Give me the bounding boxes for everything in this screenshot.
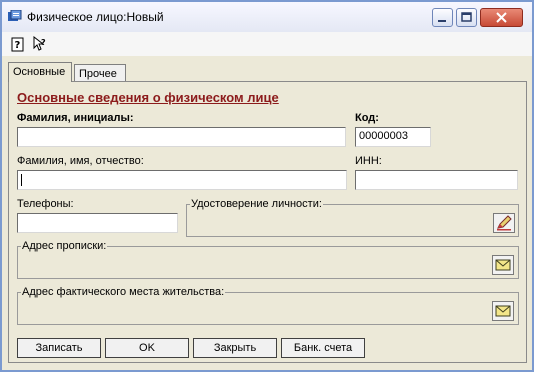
actual-address-group: Адрес фактического места жительства: — [17, 286, 519, 325]
edit-id-document-button[interactable] — [493, 213, 515, 233]
code-label: Код: — [355, 112, 379, 124]
minimize-icon — [438, 20, 446, 22]
close-icon — [496, 12, 507, 23]
ok-button[interactable]: OK — [105, 338, 189, 358]
actual-address-label: Адрес фактического места жительства: — [21, 286, 226, 298]
edit-registration-address-button[interactable] — [492, 255, 514, 275]
tab-main[interactable]: Основные — [8, 62, 72, 82]
text-caret — [21, 174, 22, 186]
dialog-window: Физическое лицо:Новый ? ? Основные Проче… — [0, 0, 534, 372]
envelope-icon — [495, 305, 511, 317]
toolbar: ? ? — [2, 32, 532, 56]
code-value: 00000003 — [359, 130, 408, 142]
short-name-label: Фамилия, инициалы: — [17, 112, 134, 124]
svg-text:?: ? — [15, 40, 21, 51]
registration-address-label: Адрес прописки: — [21, 240, 108, 252]
close-button[interactable]: Закрыть — [193, 338, 277, 358]
window-title: Физическое лицо:Новый — [27, 10, 164, 24]
title-bar[interactable]: Физическое лицо:Новый — [2, 2, 532, 33]
id-document-label: Удостоверение личности: — [190, 198, 323, 210]
help-book-icon[interactable]: ? — [10, 36, 26, 52]
inn-label: ИНН: — [355, 155, 382, 167]
full-name-input[interactable] — [17, 170, 347, 190]
tab-other[interactable]: Прочее — [74, 64, 126, 81]
pencil-icon — [497, 215, 512, 231]
maximize-button[interactable] — [456, 8, 477, 27]
envelope-icon — [495, 259, 511, 271]
svg-text:?: ? — [41, 38, 46, 47]
close-window-button[interactable] — [480, 8, 523, 27]
id-document-group: Удостоверение личности: — [186, 198, 519, 237]
phones-input[interactable] — [17, 213, 178, 233]
app-icon — [8, 10, 22, 21]
full-name-label: Фамилия, имя, отчество: — [17, 155, 144, 167]
short-name-input[interactable] — [17, 127, 346, 147]
context-help-icon[interactable]: ? — [32, 36, 48, 52]
phones-label: Телефоны: — [17, 198, 74, 210]
minimize-button[interactable] — [432, 8, 453, 27]
section-heading: Основные сведения о физическом лице — [17, 90, 279, 105]
tab-panel-main: Основные сведения о физическом лице Фами… — [8, 81, 527, 363]
edit-actual-address-button[interactable] — [492, 301, 514, 321]
maximize-icon — [461, 12, 472, 22]
registration-address-group: Адрес прописки: — [17, 240, 519, 279]
inn-input[interactable] — [355, 170, 518, 190]
bank-accounts-button[interactable]: Банк. счета — [281, 338, 365, 358]
code-input[interactable]: 00000003 — [355, 127, 431, 147]
save-button[interactable]: Записать — [17, 338, 101, 358]
